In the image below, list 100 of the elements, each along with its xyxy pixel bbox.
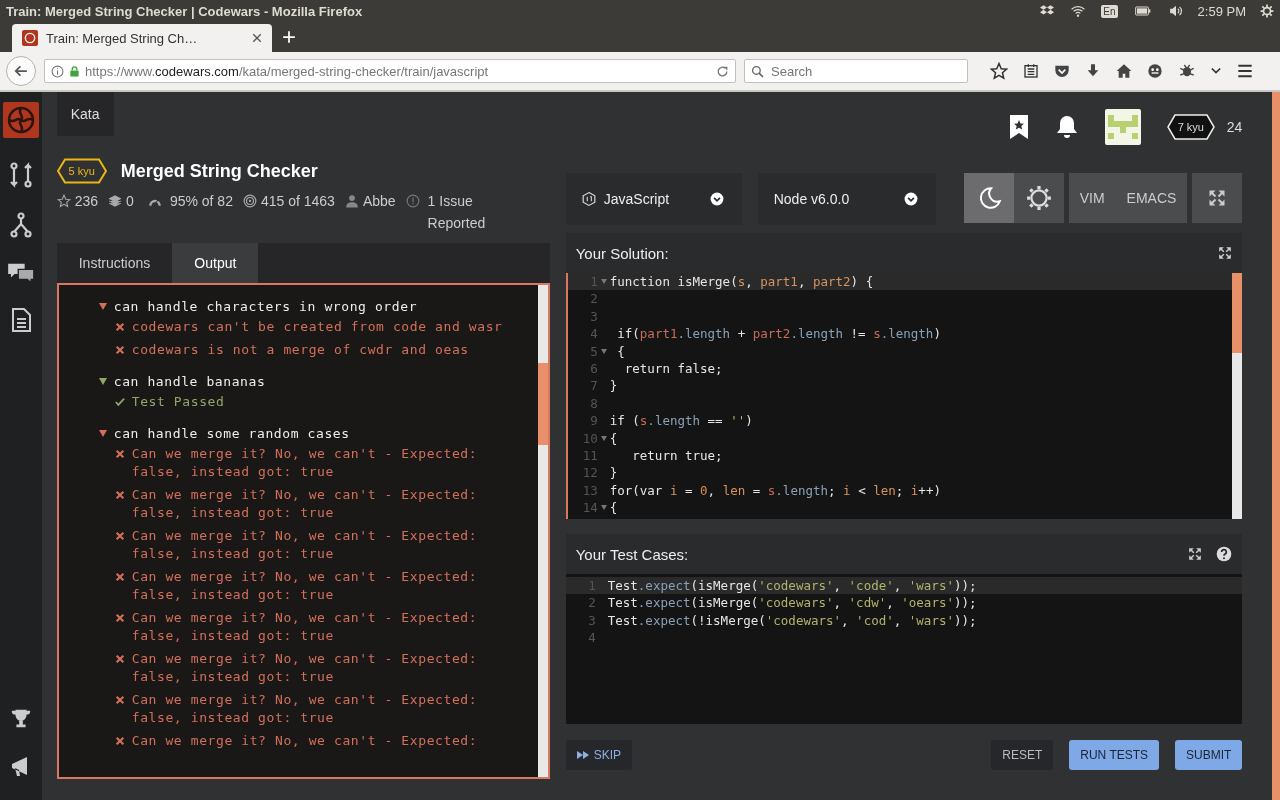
smiley-icon[interactable] [1147, 63, 1163, 79]
fold-caret-icon [600, 505, 607, 511]
bug-icon[interactable] [1178, 63, 1196, 79]
reading-list-icon[interactable] [1023, 63, 1039, 79]
search-input[interactable]: Search [769, 62, 953, 80]
honor-score: 24 [1226, 119, 1243, 135]
fullscreen-button[interactable] [1192, 173, 1243, 223]
star-icon [56, 194, 71, 208]
chevron-down-icon [709, 192, 724, 206]
lock-icon [69, 64, 80, 78]
swirl-logo-icon[interactable] [2, 102, 39, 138]
sun-icon [1025, 185, 1052, 211]
expanded-triangle-icon [98, 430, 107, 437]
layers-icon [108, 194, 123, 208]
close-icon[interactable] [252, 33, 262, 43]
expanded-triangle-icon [98, 303, 107, 310]
menu-icon[interactable] [1236, 63, 1254, 79]
cross-icon [114, 531, 125, 541]
test-result-text: Can we merge it? No, we can't - Expected: false, instead got: true [131, 650, 479, 686]
search-field[interactable]: Search [744, 59, 968, 83]
home-icon[interactable] [1116, 63, 1132, 79]
cross-icon [114, 322, 125, 332]
code-text: } [609, 464, 618, 482]
keyboard-layout-indicator[interactable]: En [1101, 4, 1118, 18]
document-icon[interactable] [10, 308, 31, 332]
editor-mode-toggle[interactable]: EMACS [1115, 173, 1188, 223]
tab[interactable]: Instructions [56, 243, 173, 283]
code-text: Test.expect(!isMerge('codewars', 'cod', 'wars')); [607, 611, 977, 630]
cross-icon [114, 345, 125, 355]
fold-caret-icon [600, 348, 607, 354]
theme-toggle[interactable] [1013, 173, 1064, 223]
reload-icon[interactable] [716, 64, 729, 78]
code-text: { [609, 429, 618, 447]
bell-icon[interactable] [1054, 114, 1079, 140]
code-text: Test.expect(isMerge('codewars', 'cdw', 'oears')); [607, 594, 977, 612]
tab[interactable]: Output [172, 243, 259, 283]
test-result-text: Can we merge it? No, we can't - Expected: false, instead got: true [131, 445, 479, 481]
volume-icon [1167, 4, 1184, 18]
pocket-icon[interactable] [1054, 63, 1070, 79]
search-icon [751, 64, 764, 78]
scrollbar[interactable] [1232, 273, 1243, 519]
kata-title: Merged String Checker [120, 160, 318, 182]
test-result-text: Can we merge it? No, we can't - Expected: [131, 732, 478, 750]
star-icon[interactable] [990, 62, 1008, 80]
expand-icon [1208, 189, 1227, 207]
expand-icon [1218, 246, 1233, 260]
page-scrollbar[interactable] [1272, 92, 1280, 800]
cross-icon [114, 736, 125, 746]
test-result-text: Test Passed [131, 393, 225, 411]
fold-caret-icon [600, 435, 607, 441]
pixel-invader-icon [1107, 115, 1138, 139]
test-result-text: Can we merge it? No, we can't - Expected: false, instead got: true [131, 568, 479, 604]
submit-button[interactable]: SUBMIT [1175, 740, 1243, 770]
editor-mode-toggle[interactable]: VIM [1068, 173, 1116, 223]
code-text: return false; [623, 359, 723, 378]
avatar[interactable] [1104, 109, 1141, 145]
test-result-text: Can we merge it? No, we can't - Expected: false, instead got: true [131, 691, 479, 727]
download-icon[interactable] [1085, 63, 1101, 79]
code-editor[interactable] [565, 273, 1243, 519]
language-dropdown[interactable]: JavaScript [565, 173, 742, 225]
fork-icon[interactable] [9, 212, 32, 238]
line-number: 13 [581, 481, 598, 500]
back-arrow-icon [14, 64, 28, 78]
browser-tab[interactable]: Train: Merged String Ch… [12, 24, 272, 52]
test-group-title: can handle characters in wrong order [113, 299, 418, 314]
new-tab-icon[interactable] [282, 30, 296, 44]
stat-text: 95% of 82 [169, 192, 233, 211]
code-text: function isMerge(s, part1, part2) { [609, 273, 874, 291]
code-text: for(var i = 0, len = s.length; i < len; i++) [609, 481, 941, 500]
version-dropdown[interactable]: Node v6.0.0 [757, 173, 936, 225]
expand-icon [1188, 547, 1203, 561]
scrollbar[interactable] [537, 285, 548, 777]
stat-text: 236 [74, 192, 99, 211]
line-number: 4 [589, 325, 598, 343]
check-icon [114, 397, 125, 407]
panel-title: Your Solution: [575, 244, 670, 262]
kata-rank-badge: 5 kyu [56, 158, 107, 184]
reset-button[interactable]: RESET [991, 740, 1054, 770]
line-number: 3 [589, 307, 598, 326]
test-result-text: codewars can't be created from code and wasr [131, 318, 503, 336]
help-icon[interactable] [1216, 546, 1233, 562]
code-text: Test.expect(isMerge('codewars', 'code', 'wars')); [607, 577, 977, 595]
back-button[interactable] [6, 56, 36, 86]
bookmark-icon[interactable] [1008, 114, 1029, 140]
run-tests-button[interactable]: RUN TESTS [1069, 740, 1160, 770]
cross-icon [114, 654, 125, 664]
skip-button[interactable]: SKIP [565, 740, 633, 770]
swap-arrows-icon[interactable] [8, 162, 33, 188]
caret-icon[interactable] [1211, 67, 1221, 75]
theme-toggle[interactable] [963, 173, 1014, 223]
address-bar[interactable]: https://www.codewars.com/kata/merged-string-checker/train/javascript [44, 59, 736, 83]
stat-text: 0 [126, 192, 134, 211]
code-text: if(part1.length + part2.length != s.length) [616, 325, 941, 343]
user-icon [344, 194, 359, 208]
chat-bubbles-icon[interactable] [5, 262, 36, 284]
test-group-title: can handle some random cases [113, 426, 350, 441]
line-number: 7 [589, 377, 598, 395]
nav-tab[interactable]: Kata [56, 92, 114, 136]
stat-text: 415 of 1463 [260, 192, 335, 211]
line-number: 11 [581, 446, 598, 465]
